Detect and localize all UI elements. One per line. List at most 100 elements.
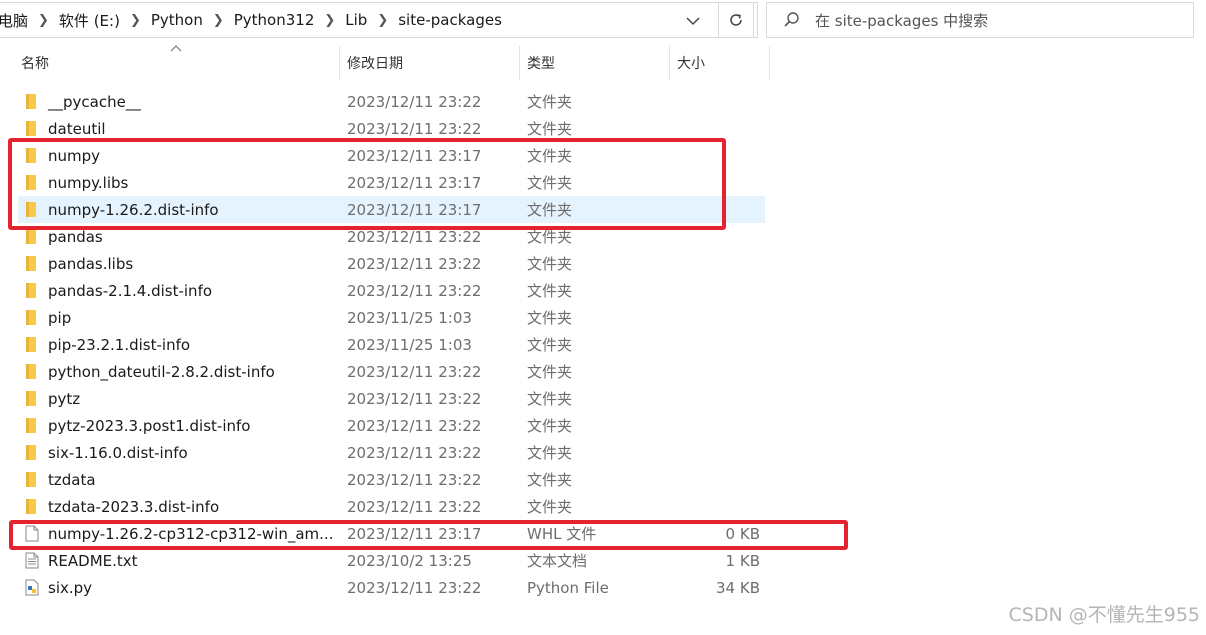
column-divider[interactable] [769,46,770,80]
text-file-icon [24,552,40,569]
file-name: tzdata-2023.3.dist-info [48,497,220,516]
folder-icon [24,444,40,461]
file-name: pandas.libs [48,254,134,273]
folder-icon [24,228,40,245]
column-header-date[interactable]: 修改日期 [347,46,519,80]
file-type: 文件夹 [527,471,573,489]
chevron-right-icon[interactable]: ❯ [130,13,141,28]
file-date-modified: 2023/12/11 23:22 [347,254,482,273]
file-type: 文件夹 [527,309,573,327]
file-name: pip-23.2.1.dist-info [48,335,191,354]
search-placeholder: 在 site-packages 中搜索 [815,11,989,30]
file-type: 文件夹 [527,255,573,273]
file-date-modified: 2023/12/11 23:22 [347,92,482,111]
file-date-modified: 2023/11/25 1:03 [347,308,472,327]
file-name: six-1.16.0.dist-info [48,443,188,462]
python-file-icon [24,579,40,596]
file-row[interactable]: README.txt 2023/10/2 13:25 文本文档 1 KB [18,547,765,574]
column-header-size[interactable]: 大小 [677,46,769,80]
folder-icon [24,93,40,110]
breadcrumb-item-python[interactable]: Python [151,11,203,29]
file-row[interactable]: __pycache__ 2023/12/11 23:22 文件夹 [18,88,765,115]
file-type: 文本文档 [527,552,588,570]
breadcrumb-item-drive[interactable]: 软件 (E:) [59,10,120,31]
file-type: 文件夹 [527,363,573,381]
refresh-icon [730,14,742,26]
column-header-type[interactable]: 类型 [527,46,669,80]
file-name: pandas-2.1.4.dist-info [48,281,213,300]
file-row[interactable]: pip-23.2.1.dist-info 2023/11/25 1:03 文件夹 [18,331,765,358]
address-bar[interactable]: 电脑 ❯ 软件 (E:) ❯ Python ❯ Python312 ❯ Lib … [0,2,758,38]
file-date-modified: 2023/12/11 23:22 [347,119,482,138]
file-date-modified: 2023/12/11 23:22 [347,497,482,516]
file-name: pip [48,308,72,327]
folder-icon [24,363,40,380]
column-divider[interactable] [669,46,670,80]
breadcrumb: 电脑 ❯ 软件 (E:) ❯ Python ❯ Python312 ❯ Lib … [0,10,502,31]
folder-icon [24,390,40,407]
highlight-box-numpy-folders [8,138,726,230]
file-date-modified: 2023/12/11 23:22 [347,470,482,489]
highlight-box-whl-file [9,520,848,550]
folder-icon [24,282,40,299]
file-date-modified: 2023/12/11 23:22 [347,416,482,435]
chevron-right-icon[interactable]: ❯ [324,13,335,28]
column-divider[interactable] [339,46,340,80]
folder-icon [24,471,40,488]
file-type: 文件夹 [527,282,573,300]
file-row[interactable]: tzdata 2023/12/11 23:22 文件夹 [18,466,765,493]
file-name: pytz-2023.3.post1.dist-info [48,416,251,435]
column-header-name[interactable]: 名称 [21,46,339,80]
refresh-button[interactable] [718,2,754,38]
file-name: dateutil [48,119,106,138]
file-row[interactable]: pytz-2023.3.post1.dist-info 2023/12/11 23… [18,412,765,439]
file-name: README.txt [48,551,138,570]
file-type: 文件夹 [527,444,573,462]
file-type: 文件夹 [527,336,573,354]
folder-icon [24,336,40,353]
file-type: 文件夹 [527,498,573,516]
folder-icon [24,498,40,515]
file-name: six.py [48,578,93,597]
file-row[interactable]: python_dateutil-2.8.2.dist-info 2023/12/1… [18,358,765,385]
file-row[interactable]: pandas-2.1.4.dist-info 2023/12/11 23:22 文件… [18,277,765,304]
file-size: 1 KB [725,551,760,570]
file-type: Python File [527,578,609,597]
watermark: CSDN @不懂先生955 [1008,604,1200,626]
breadcrumb-item-lib[interactable]: Lib [345,11,367,29]
search-input[interactable]: 在 site-packages 中搜索 [766,2,1194,38]
file-date-modified: 2023/10/2 13:25 [347,551,472,570]
file-row[interactable]: pip 2023/11/25 1:03 文件夹 [18,304,765,331]
chevron-right-icon[interactable]: ❯ [38,13,49,28]
file-type: 文件夹 [527,417,573,435]
breadcrumb-item-site-packages[interactable]: site-packages [398,11,502,29]
file-name: __pycache__ [48,92,141,111]
column-divider[interactable] [519,46,520,80]
search-icon [783,11,803,29]
file-name: pandas [48,227,103,246]
file-date-modified: 2023/12/11 23:22 [347,578,482,597]
file-type: 文件夹 [527,390,573,408]
file-name: pytz [48,389,81,408]
chevron-right-icon[interactable]: ❯ [213,13,224,28]
file-date-modified: 2023/11/25 1:03 [347,335,472,354]
file-size: 34 KB [716,578,760,597]
chevron-right-icon[interactable]: ❯ [377,13,388,28]
file-date-modified: 2023/12/11 23:22 [347,362,482,381]
folder-icon [24,120,40,137]
chevron-down-icon[interactable] [684,13,702,29]
file-row[interactable]: tzdata-2023.3.dist-info 2023/12/11 23:22 文… [18,493,765,520]
file-row[interactable]: six-1.16.0.dist-info 2023/12/11 23:22 文件夹 [18,439,765,466]
file-type: 文件夹 [527,120,573,138]
breadcrumb-item-pc[interactable]: 电脑 [0,10,28,31]
breadcrumb-item-python312[interactable]: Python312 [234,11,315,29]
file-date-modified: 2023/12/11 23:22 [347,389,482,408]
folder-icon [24,255,40,272]
folder-icon [24,417,40,434]
file-row[interactable]: six.py 2023/12/11 23:22 Python File 34 KB [18,574,765,601]
file-row[interactable]: pytz 2023/12/11 23:22 文件夹 [18,385,765,412]
file-date-modified: 2023/12/11 23:22 [347,281,482,300]
folder-icon [24,309,40,326]
file-name: python_dateutil-2.8.2.dist-info [48,362,275,381]
file-row[interactable]: pandas.libs 2023/12/11 23:22 文件夹 [18,250,765,277]
